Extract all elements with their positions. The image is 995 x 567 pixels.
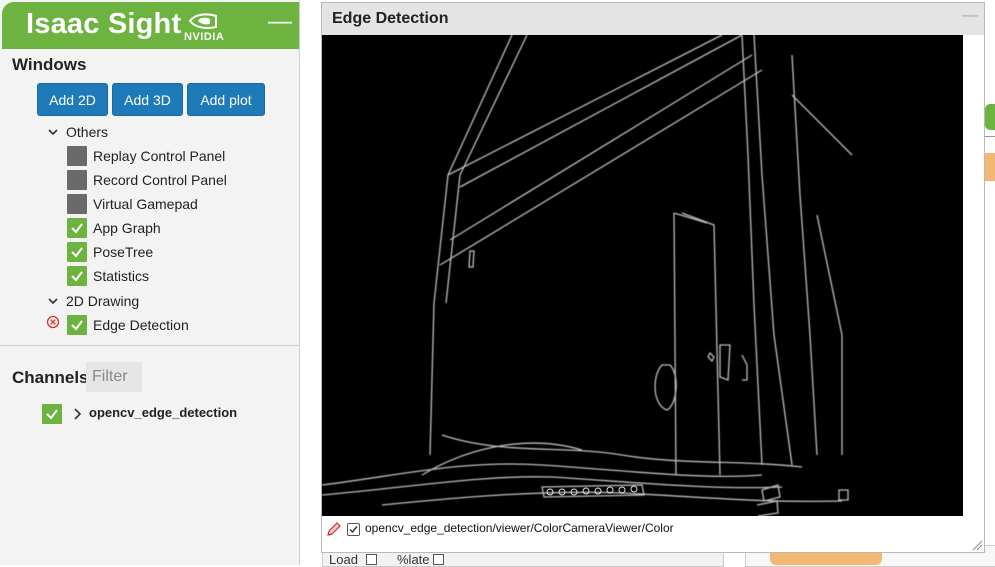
background-node — [985, 104, 995, 130]
window-item-label: PoseTree — [93, 244, 154, 260]
tree-group-others[interactable]: Others — [48, 121, 108, 143]
checkbox-channel-opencv[interactable] — [42, 404, 62, 424]
window-title: Edge Detection — [332, 10, 449, 27]
sidebar: Isaac Sight NVIDIA — Windows Add 2D Add … — [0, 0, 300, 565]
add-3d-button[interactable]: Add 3D — [112, 83, 183, 116]
window-footer: opencv_edge_detection/viewer/ColorCamera… — [322, 517, 984, 552]
checkmark-icon — [71, 320, 83, 331]
checkmark-icon — [71, 223, 83, 234]
resize-handle-icon[interactable] — [971, 539, 983, 551]
window-item-label: Statistics — [93, 268, 150, 284]
nvidia-logo: NVIDIA — [184, 12, 226, 44]
stats-late-checkbox[interactable] — [433, 554, 444, 565]
channel-filter-input[interactable]: Filter — [86, 362, 142, 392]
channels-section-title: Channels — [12, 368, 89, 387]
window-titlebar[interactable]: Edge Detection — — [322, 3, 984, 35]
tree-group-label: 2D Drawing — [66, 293, 140, 309]
checkbox-edge-detection[interactable] — [67, 315, 87, 335]
sidebar-divider — [0, 345, 300, 346]
minimize-icon[interactable]: — — [268, 10, 292, 34]
chevron-down-icon — [48, 298, 58, 305]
channel-path-label: opencv_edge_detection/viewer/ColorCamera… — [365, 521, 674, 535]
chevron-down-icon — [48, 129, 58, 136]
window-item-label: Edge Detection — [93, 317, 189, 333]
window-item-label: Record Control Panel — [93, 172, 227, 188]
nvidia-logo-text: NVIDIA — [184, 31, 225, 43]
window-item-label: Replay Control Panel — [93, 148, 226, 164]
pencil-icon[interactable] — [325, 520, 343, 538]
checkbox-app-graph[interactable] — [67, 218, 87, 238]
checkbox-posetree[interactable] — [67, 242, 87, 262]
tree-group-2d-drawing[interactable]: 2D Drawing — [48, 290, 139, 312]
edge-detection-image — [322, 35, 963, 516]
checkmark-icon — [71, 271, 83, 282]
channel-visibility-checkbox[interactable] — [347, 523, 360, 536]
sidebar-header: Isaac Sight NVIDIA — — [2, 2, 299, 49]
chevron-right-icon[interactable] — [72, 408, 82, 420]
stats-load-checkbox[interactable] — [366, 554, 377, 565]
edge-detection-canvas[interactable] — [322, 35, 963, 516]
checkbox-record-control-panel[interactable] — [67, 170, 87, 190]
window-item-label: App Graph — [93, 220, 161, 236]
windows-section-title: Windows — [12, 55, 87, 74]
add-2d-button[interactable]: Add 2D — [37, 83, 108, 116]
add-plot-button[interactable]: Add plot — [187, 83, 265, 116]
window-item-label: Virtual Gamepad — [93, 196, 198, 212]
channel-label: opencv_edge_detection — [89, 405, 238, 420]
checkbox-statistics[interactable] — [67, 266, 87, 286]
checkmark-icon — [71, 247, 83, 258]
nvidia-eye-icon — [188, 13, 217, 29]
edge-detection-window[interactable]: Edge Detection — opencv_edge_detection/v… — [321, 2, 985, 553]
checkbox-virtual-gamepad[interactable] — [67, 194, 87, 214]
tree-group-label: Others — [66, 124, 109, 140]
minimize-icon[interactable]: — — [962, 7, 978, 25]
checkmark-icon — [349, 526, 358, 534]
remove-circle-icon[interactable] — [46, 315, 60, 329]
app-title: Isaac Sight — [26, 8, 182, 40]
checkbox-replay-control-panel[interactable] — [67, 146, 87, 166]
checkmark-icon — [46, 409, 58, 420]
